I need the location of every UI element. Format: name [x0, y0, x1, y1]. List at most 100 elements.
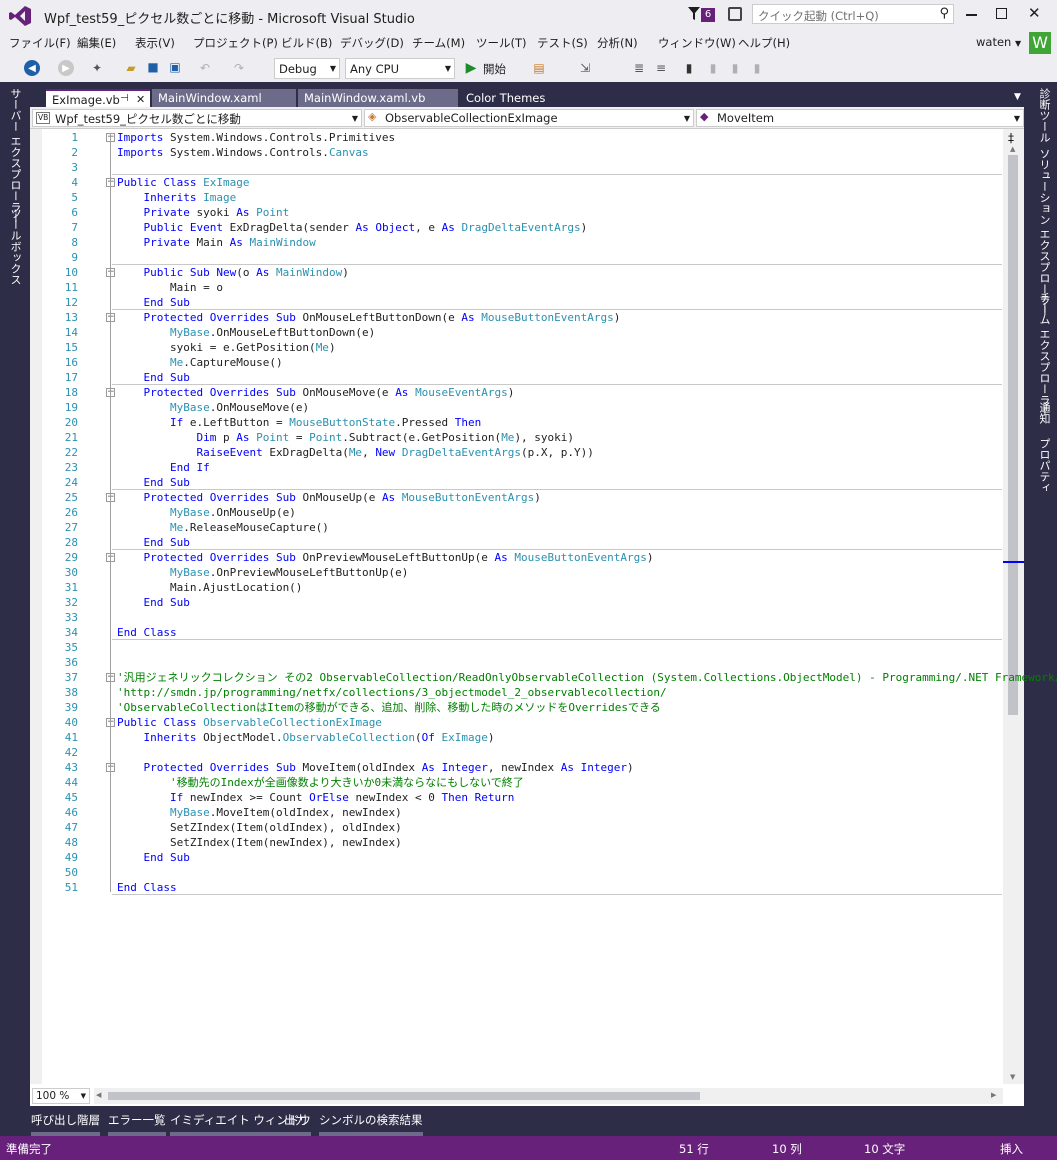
code-line[interactable]: Me.ReleaseMouseCapture(): [117, 520, 329, 535]
member-dropdown[interactable]: ◆ MoveItem ▼: [696, 109, 1024, 127]
code-line[interactable]: 'ObservableCollectionはItemの移動ができる、追加、削除、…: [117, 700, 661, 715]
menu-analyze[interactable]: 分析(N): [597, 35, 638, 51]
menu-file[interactable]: ファイル(F): [9, 35, 71, 51]
project-dropdown[interactable]: VB Wpf_test59_ピクセル数ごとに移動 ▼: [32, 109, 362, 127]
code-line[interactable]: Public Class ExImage: [117, 175, 249, 190]
menu-window[interactable]: ウィンドウ(W): [658, 35, 736, 51]
platform-select[interactable]: Any CPU ▼: [345, 58, 455, 79]
code-line[interactable]: Private syoki As Point: [117, 205, 290, 220]
menu-tools[interactable]: ツール(T): [476, 35, 527, 51]
code-line[interactable]: Main.AjustLocation(): [117, 580, 302, 595]
redo-icon[interactable]: ↷: [230, 59, 248, 77]
scroll-thumb[interactable]: [1008, 155, 1018, 715]
code-line[interactable]: Protected Overrides Sub OnPreviewMouseLe…: [117, 550, 654, 565]
save-icon[interactable]: ■: [145, 59, 161, 75]
menu-debug[interactable]: デバッグ(D): [340, 35, 404, 51]
hscroll-thumb[interactable]: [108, 1092, 700, 1100]
find-icon[interactable]: ▤: [530, 59, 548, 77]
panel-tab-team-explorer[interactable]: チーム エクスプローラー: [1036, 292, 1052, 417]
close-icon[interactable]: ✕: [136, 93, 145, 106]
code-line[interactable]: End Sub: [117, 295, 190, 310]
start-icon[interactable]: ▶: [464, 60, 478, 76]
uncomment-icon[interactable]: ≡: [652, 59, 670, 77]
code-line[interactable]: '汎用ジェネリックコレクション その2 ObservableCollection…: [117, 670, 1057, 685]
comment-icon[interactable]: ≣: [630, 59, 648, 77]
panel-tab-notifications[interactable]: 通知: [1036, 402, 1052, 424]
avatar[interactable]: W: [1029, 32, 1051, 54]
bottom-tab-output[interactable]: 出力: [284, 1112, 307, 1136]
code-line[interactable]: RaiseEvent ExDragDelta(Me, New DragDelta…: [117, 445, 593, 460]
code-line[interactable]: If newIndex >= Count OrElse newIndex < 0…: [117, 790, 514, 805]
code-line[interactable]: Me.CaptureMouse(): [117, 355, 283, 370]
code-line[interactable]: MyBase.OnMouseUp(e): [117, 505, 296, 520]
code-line[interactable]: Inherits Image: [117, 190, 237, 205]
scrollbar-right-icon[interactable]: ▶: [991, 1091, 996, 1099]
tab-color-themes[interactable]: Color Themes: [460, 89, 580, 107]
bottom-tab-call-hierarchy[interactable]: 呼び出し階層: [31, 1112, 100, 1136]
panel-tab-toolbox[interactable]: ツールボックス: [7, 208, 23, 285]
code-line[interactable]: Public Event ExDragDelta(sender As Objec…: [117, 220, 588, 235]
tab-overflow-icon[interactable]: ▼: [1014, 92, 1021, 102]
bottom-tab-symbol-results[interactable]: シンボルの検索結果: [319, 1112, 423, 1136]
code-line[interactable]: MyBase.OnMouseMove(e): [117, 400, 309, 415]
panel-tab-properties[interactable]: プロパティ: [1036, 438, 1052, 493]
code-line[interactable]: MyBase.OnMouseLeftButtonDown(e): [117, 325, 375, 340]
start-button-label[interactable]: 開始: [483, 61, 506, 77]
code-line[interactable]: Imports System.Windows.Controls.Canvas: [117, 145, 369, 160]
open-file-icon[interactable]: ▰: [122, 59, 140, 77]
menu-team[interactable]: チーム(M): [412, 35, 465, 51]
code-line[interactable]: End Class: [117, 880, 177, 895]
bookmark-icon[interactable]: ▮: [682, 59, 696, 77]
horizontal-scrollbar[interactable]: ◀ ▶: [94, 1088, 1003, 1104]
menu-view[interactable]: 表示(V): [135, 35, 175, 51]
code-line[interactable]: End If: [117, 460, 210, 475]
code-line[interactable]: Dim p As Point = Point.Subtract(e.GetPos…: [117, 430, 574, 445]
split-icon[interactable]: ‡: [1008, 131, 1014, 145]
tab-mainwindow-xaml-vb[interactable]: MainWindow.xaml.vb: [298, 89, 458, 107]
code-line[interactable]: MyBase.OnPreviewMouseLeftButtonUp(e): [117, 565, 408, 580]
config-select[interactable]: Debug ▼: [274, 58, 340, 79]
panel-tab-diagnostics[interactable]: 診断ツール: [1036, 88, 1052, 143]
notification-badge[interactable]: 6: [701, 8, 715, 22]
menu-edit[interactable]: 編集(E): [77, 35, 116, 51]
code-line[interactable]: If e.LeftButton = MouseButtonState.Press…: [117, 415, 481, 430]
close-button[interactable]: ✕: [1028, 4, 1041, 22]
scrollbar-down-icon[interactable]: ▼: [1010, 1073, 1015, 1081]
code-line[interactable]: Imports System.Windows.Controls.Primitiv…: [117, 130, 395, 145]
forward-icon[interactable]: ▶: [58, 60, 74, 76]
minimize-button[interactable]: [966, 14, 977, 16]
tab-mainwindow-xaml[interactable]: MainWindow.xaml: [152, 89, 296, 107]
zoom-select[interactable]: 100 % ▼: [32, 1088, 90, 1104]
code-line[interactable]: SetZIndex(Item(newIndex), newIndex): [117, 835, 402, 850]
panel-tab-server-explorer[interactable]: サーバー エクスプローラー: [7, 88, 23, 224]
menu-test[interactable]: テスト(S): [537, 35, 588, 51]
save-all-icon[interactable]: ▣: [167, 59, 183, 75]
code-line[interactable]: End Sub: [117, 370, 190, 385]
bookmark-next-icon[interactable]: ▮: [727, 59, 743, 77]
menu-build[interactable]: ビルド(B): [281, 35, 332, 51]
feedback-icon[interactable]: [728, 7, 742, 21]
scrollbar-up-icon[interactable]: ▲: [1010, 145, 1015, 153]
bottom-tab-error-list[interactable]: エラー一覧: [108, 1112, 166, 1136]
code-line[interactable]: 'http://smdn.jp/programming/netfx/collec…: [117, 685, 667, 700]
code-line[interactable]: '移動先のIndexが全画像数より大きいか0未満ならなにもしないで終了: [117, 775, 524, 790]
class-dropdown[interactable]: ◈ ObservableCollectionExImage ▼: [364, 109, 694, 127]
code-line[interactable]: Main = o: [117, 280, 223, 295]
quick-launch-input[interactable]: クイック起動 (Ctrl+Q) ⚲: [752, 4, 954, 24]
code-line[interactable]: End Sub: [117, 595, 190, 610]
code-line[interactable]: End Class: [117, 625, 177, 640]
bookmark-clear-icon[interactable]: ▮: [749, 59, 765, 77]
code-line[interactable]: Protected Overrides Sub OnMouseLeftButto…: [117, 310, 621, 325]
menu-project[interactable]: プロジェクト(P): [193, 35, 278, 51]
new-project-icon[interactable]: ✦: [88, 59, 106, 77]
code-line[interactable]: End Sub: [117, 850, 190, 865]
code-line[interactable]: MyBase.MoveItem(oldIndex, newIndex): [117, 805, 402, 820]
menu-help[interactable]: ヘルプ(H): [738, 35, 790, 51]
chevron-down-icon[interactable]: ▼: [1015, 39, 1021, 48]
maximize-button[interactable]: [996, 8, 1007, 19]
filter-icon[interactable]: [688, 7, 700, 21]
code-line[interactable]: Protected Overrides Sub OnMouseUp(e As M…: [117, 490, 541, 505]
code-line[interactable]: syoki = e.GetPosition(Me): [117, 340, 336, 355]
pin-icon[interactable]: ⊣: [120, 93, 129, 104]
scrollbar-left-icon[interactable]: ◀: [96, 1091, 101, 1099]
